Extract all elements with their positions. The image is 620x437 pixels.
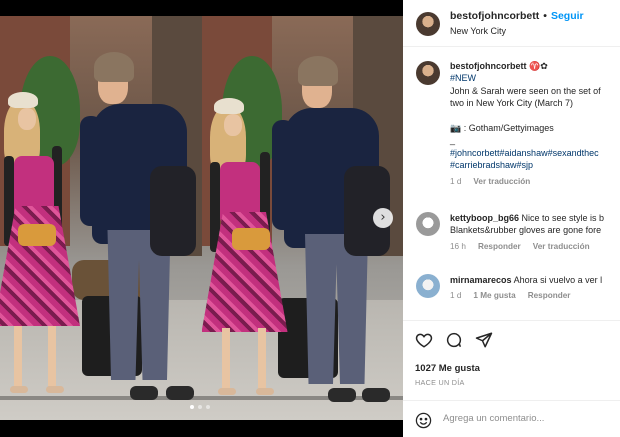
comment-text: Ahora si vuelvo a ver l bbox=[513, 275, 603, 285]
post-timestamp[interactable]: HACE UN DÍA bbox=[415, 378, 465, 387]
caption-username[interactable]: bestofjohncorbett bbox=[450, 61, 527, 71]
comment-username[interactable]: kettyboop_bg66 bbox=[450, 213, 519, 223]
reply-button[interactable]: Responder bbox=[478, 242, 521, 251]
caption-hashtags[interactable]: #carriebradshaw#sjp bbox=[450, 159, 620, 171]
share-icon[interactable] bbox=[475, 331, 493, 349]
comment-username[interactable]: mirnamarecos bbox=[450, 275, 512, 285]
caption-text: two in New York City (March 7) bbox=[450, 98, 574, 109]
carousel-indicator bbox=[190, 405, 210, 409]
add-comment-bar bbox=[403, 400, 620, 437]
likes-count[interactable]: 1027 Me gusta bbox=[415, 363, 480, 374]
carousel-dot bbox=[206, 405, 210, 409]
avatar[interactable] bbox=[416, 212, 440, 236]
heart-icon[interactable] bbox=[415, 331, 433, 349]
emoji-icon[interactable] bbox=[415, 412, 432, 429]
comment-time[interactable]: 16 h bbox=[450, 242, 466, 251]
carousel-dot bbox=[198, 405, 202, 409]
caption-text: _ bbox=[450, 135, 456, 146]
caption-time[interactable]: 1 d bbox=[450, 177, 461, 186]
caption-hashtag[interactable]: #NEW bbox=[450, 72, 620, 84]
translate-link[interactable]: Ver traducción bbox=[533, 242, 590, 251]
post-side-panel: bestofjohncorbett • Seguir New York City b… bbox=[403, 0, 620, 437]
carousel-dot bbox=[190, 405, 194, 409]
comment-input[interactable] bbox=[443, 413, 613, 424]
comment-text: Blankets&rubber gloves are gone fore bbox=[450, 225, 602, 236]
post-photo bbox=[0, 16, 403, 420]
post-username[interactable]: bestofjohncorbett bbox=[450, 10, 539, 22]
post-header: bestofjohncorbett • Seguir New York City bbox=[403, 0, 620, 47]
separator-dot: • bbox=[543, 10, 547, 22]
post-location[interactable]: New York City bbox=[450, 26, 506, 36]
comment-time[interactable]: 1 d bbox=[450, 291, 461, 300]
caption-username-suffix: ♈✿ bbox=[526, 61, 548, 71]
post-media[interactable]: › bbox=[0, 0, 403, 437]
avatar[interactable] bbox=[416, 274, 440, 298]
caption-text: 📷 : Gotham/Gettyimages bbox=[450, 123, 554, 134]
post-caption: bestofjohncorbett ♈✿ #NEW John & Sarah w… bbox=[403, 47, 620, 199]
follow-button[interactable]: Seguir bbox=[551, 10, 584, 22]
post-actions: 1027 Me gusta bbox=[403, 320, 620, 382]
avatar[interactable] bbox=[416, 12, 440, 36]
avatar[interactable] bbox=[416, 61, 440, 85]
translate-link[interactable]: Ver traducción bbox=[473, 177, 530, 186]
comment-icon[interactable] bbox=[445, 331, 463, 349]
photo-panel-left bbox=[0, 16, 202, 420]
reply-button[interactable]: Responder bbox=[528, 291, 571, 300]
caption-text: John & Sarah were seen on the set of bbox=[450, 85, 601, 96]
comment-text: Nice to see style is b bbox=[521, 213, 605, 223]
comment-likes[interactable]: 1 Me gusta bbox=[473, 291, 515, 300]
caption-hashtags[interactable]: #johncorbett#aidanshaw#sexandthec bbox=[450, 147, 620, 159]
chevron-right-icon[interactable]: › bbox=[373, 208, 393, 228]
